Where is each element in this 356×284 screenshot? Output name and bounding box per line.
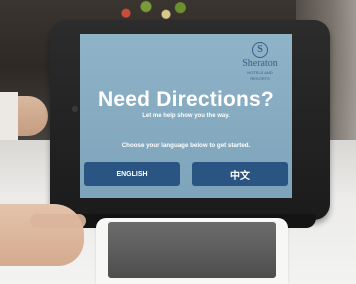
english-button[interactable]: ENGLISH: [84, 162, 180, 186]
shirt-cuff: [0, 92, 18, 140]
card-reader-pad[interactable]: [108, 222, 276, 278]
kiosk-screen: S Sheraton HOTELS AND RESORTS Need Direc…: [80, 34, 292, 198]
page-subtitle: Let me help show you the way.: [142, 113, 230, 119]
brand-tagline-2: RESORTS: [250, 76, 270, 81]
camera-icon: [72, 106, 78, 112]
sheraton-mark-icon: S: [252, 42, 268, 58]
background-flowers: [110, 0, 190, 22]
sheraton-logo: S Sheraton HOTELS AND RESORTS: [236, 42, 284, 81]
language-instruction: Choose your language below to get starte…: [121, 142, 251, 149]
photo-scene: S Sheraton HOTELS AND RESORTS Need Direc…: [0, 0, 356, 284]
chinese-button[interactable]: 中文: [192, 162, 288, 186]
brand-name: Sheraton: [242, 58, 278, 69]
brand-tagline-1: HOTELS AND: [247, 70, 273, 75]
page-title: Need Directions?: [98, 88, 274, 111]
person-finger: [30, 214, 86, 228]
